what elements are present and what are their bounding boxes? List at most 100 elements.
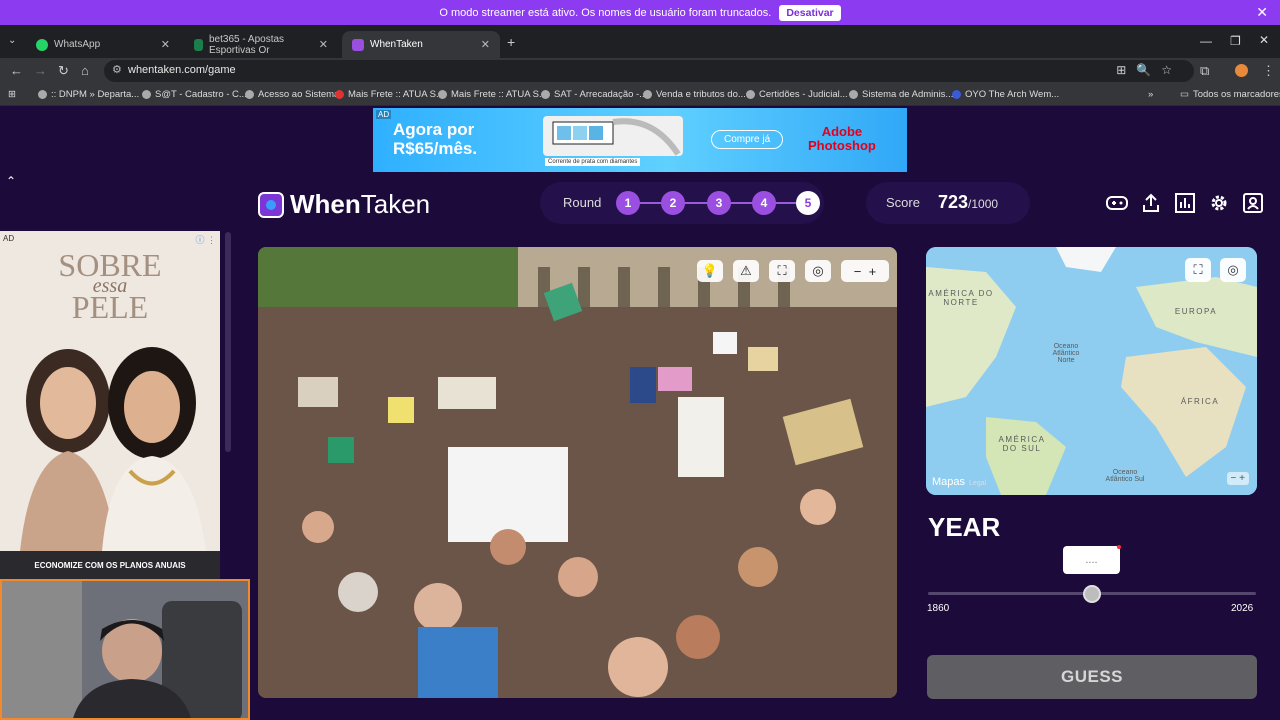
ad-info-icon[interactable]: ⓘ ⋮ [195, 233, 216, 246]
bookmark-item[interactable]: Venda e tributos do... [643, 89, 746, 100]
round-dot: 2 [661, 191, 685, 215]
streamer-message: O modo streamer está ativo. Os nomes de … [439, 6, 772, 19]
site-info-icon[interactable]: ⚙ [112, 63, 122, 76]
close-tab-icon[interactable]: ✕ [319, 38, 328, 51]
tab-label: WhenTaken [370, 39, 423, 50]
user-icon[interactable] [1242, 193, 1264, 213]
ad-headline: Agora por R$65/mês. [393, 120, 477, 158]
globe-icon [142, 90, 151, 99]
top-ad-banner[interactable]: AD Agora por R$65/mês. Corrente de prata… [373, 108, 907, 172]
close-window-icon[interactable]: ✕ [1259, 33, 1269, 47]
share-icon[interactable] [1140, 193, 1162, 213]
guess-button[interactable]: GUESS [927, 655, 1257, 699]
tab-whentaken[interactable]: WhenTaken ✕ [342, 31, 500, 58]
bookmark-label: :: DNPM » Departa... [51, 89, 140, 100]
folder-icon: ▭ [1180, 89, 1189, 100]
ad-title: SOBRE essa PELE [0, 249, 220, 325]
world-map[interactable]: AMÉRICA DO NORTE Oceano Atlântico Norte … [926, 247, 1257, 495]
menu-icon[interactable]: ⋮ [1262, 63, 1275, 79]
map-label: Oceano Atlântico Sul [1105, 469, 1145, 483]
whentaken-logo[interactable]: WhenTaken [258, 189, 430, 220]
maximize-icon[interactable]: ❐ [1230, 34, 1241, 48]
tab-whatsapp[interactable]: WhatsApp ✕ [26, 31, 180, 58]
ad-footer: ECONOMIZE COM OS PLANOS ANUAIS [0, 551, 220, 579]
bookmarks-bar: ⊞ :: DNPM » Departa... S@T - Cadastro - … [0, 84, 1280, 106]
ad-brand-line: Adobe [821, 124, 863, 139]
bookmark-label: Certidões - Judicial... [759, 89, 848, 100]
address-bar-row: ← → ↻ ⌂ ⚙ whentaken.com/game ⊞🔍☆ ⧉ ⋮ [0, 58, 1280, 84]
ad-people-image [20, 347, 206, 551]
url-input[interactable]: ⚙ whentaken.com/game ⊞🔍☆ [104, 60, 1194, 82]
home-icon[interactable]: ⌂ [81, 63, 89, 78]
close-icon[interactable]: ✕ [1256, 4, 1268, 21]
lightbulb-icon[interactable]: 💡 [697, 260, 723, 282]
zoom-controls[interactable]: − + [841, 260, 889, 282]
extensions-icon[interactable]: ⧉ [1200, 63, 1209, 79]
ad-label: AD [376, 110, 392, 119]
ad-label: AD [3, 234, 15, 243]
ad-product-image: Corrente de prata com diamantes [543, 116, 683, 166]
round-dot: 4 [752, 191, 776, 215]
guess-photo[interactable] [258, 247, 897, 698]
maps-attribution: Mapas Legal [932, 476, 986, 488]
bookmark-label: Acesso ao Sistema [258, 89, 340, 100]
tab-search-icon[interactable]: ⌄ [8, 35, 16, 46]
year-slider-knob[interactable] [1083, 585, 1101, 603]
map-label: AMÉRICA DO NORTE [928, 289, 994, 307]
stats-icon[interactable] [1174, 193, 1196, 213]
target-icon[interactable]: ◎ [805, 260, 831, 282]
gamepad-icon[interactable] [1106, 193, 1128, 213]
bookmark-item[interactable]: OYO The Arch Wem... [952, 89, 1059, 100]
bookmark-item[interactable]: Mais Frete :: ATUA S... [438, 89, 547, 100]
round-dot-current: 5 [796, 191, 820, 215]
map-label: AMÉRICA DO SUL [998, 435, 1046, 453]
map-legal[interactable]: Legal [969, 480, 986, 487]
globe-icon [746, 90, 755, 99]
logo-bold: When [290, 189, 361, 219]
left-ad[interactable]: AD ⓘ ⋮ SOBRE essa PELE ECONOMIZE COM OS … [0, 231, 220, 579]
warning-icon[interactable]: ⚠ [733, 260, 759, 282]
gear-icon[interactable] [1208, 193, 1230, 213]
bookmark-item[interactable]: SAT - Arrecadação -... [541, 89, 647, 100]
bookmark-item[interactable]: Mais Frete :: ATUA S... [335, 89, 444, 100]
map-zoom-controls[interactable]: − + [1226, 472, 1249, 485]
minimize-icon[interactable]: — [1200, 34, 1212, 48]
globe-icon [541, 90, 550, 99]
score-value: 723 [938, 192, 969, 212]
bookmark-label: Sistema de Adminis... [862, 89, 954, 100]
ad-brand-line: Photoshop [808, 138, 876, 153]
map-target-icon[interactable]: ◎ [1220, 258, 1246, 282]
back-icon[interactable]: ← [10, 63, 23, 78]
logo-text: WhenTaken [290, 189, 430, 220]
bookmark-item[interactable]: Acesso ao Sistema [245, 89, 339, 100]
tab-label: bet365 - Apostas Esportivas Or [209, 33, 285, 56]
logo-icon [258, 191, 284, 218]
map-label: ÁFRICA [1180, 397, 1220, 406]
map-label: Oceano Atlântico Norte [1052, 343, 1080, 364]
ad-cta-button[interactable]: Compre já [711, 130, 784, 149]
round-dot: 3 [707, 191, 731, 215]
collapse-ad-icon[interactable]: ⌃ [6, 174, 16, 188]
bookmark-item[interactable]: Certidões - Judicial... [746, 89, 848, 100]
whentaken-icon [352, 38, 364, 51]
disable-streamer-button[interactable]: Desativar [779, 4, 841, 21]
close-tab-icon[interactable]: ✕ [161, 38, 170, 51]
bookmark-item[interactable]: S@T - Cadastro - C... [142, 89, 247, 100]
tab-bet365[interactable]: bet365 - Apostas Esportivas Or ✕ [184, 31, 338, 58]
webcam-overlay [0, 579, 250, 720]
map-fullscreen-icon[interactable]: ⛶ [1185, 258, 1211, 282]
year-input[interactable]: .... [1063, 545, 1121, 574]
scrollbar[interactable] [225, 232, 231, 452]
new-tab-icon[interactable]: + [507, 34, 515, 50]
bookmark-item[interactable]: :: DNPM » Departa... [38, 89, 139, 100]
fullscreen-icon[interactable]: ⛶ [769, 260, 795, 282]
reload-icon[interactable]: ↻ [58, 63, 69, 79]
profile-avatar[interactable] [1235, 64, 1248, 77]
all-bookmarks-folder[interactable]: ▭ Todos os marcadores [1180, 89, 1280, 100]
close-tab-icon[interactable]: ✕ [481, 38, 490, 51]
more-bookmarks-icon[interactable]: » [1148, 89, 1153, 100]
forward-icon[interactable]: → [34, 63, 47, 78]
ad-title-line: PELE [71, 289, 149, 325]
bookmark-item[interactable]: Sistema de Adminis... [849, 89, 953, 100]
apps-icon[interactable]: ⊞ [8, 89, 16, 100]
